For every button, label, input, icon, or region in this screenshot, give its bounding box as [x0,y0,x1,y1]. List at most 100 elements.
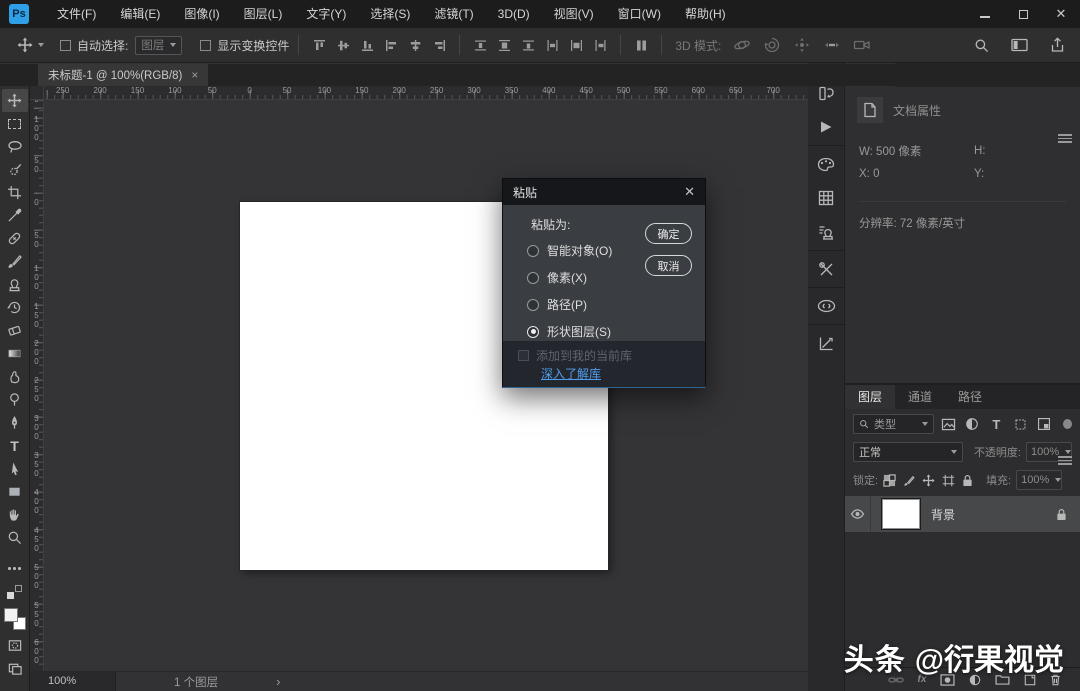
panel-tab[interactable]: 通道 [895,385,945,409]
auto-select-checkbox[interactable]: 自动选择: [60,37,128,54]
paste-option[interactable]: 智能对象(O) [527,237,612,264]
tool-presets-panel-icon[interactable] [812,256,840,282]
add-to-library-checkbox[interactable]: 添加到我的当前库 [518,347,632,364]
quick-mask-button[interactable] [2,634,28,657]
3d-orbit-icon[interactable] [731,34,753,56]
learn-more-link[interactable]: 深入了解库 [541,365,601,382]
layer-row[interactable]: 背景 [845,496,1080,532]
fill-field[interactable]: 100% [1016,470,1062,490]
color-panel-icon[interactable] [812,151,840,177]
align-right-edges-icon[interactable] [428,34,450,56]
swap-colors-icon[interactable] [2,580,28,603]
clone-source-panel-icon[interactable] [812,219,840,245]
w-value[interactable]: 500 像素 [876,146,921,158]
move-tool[interactable] [2,89,28,112]
rectangle-shape-tool[interactable] [2,480,28,503]
menu-item[interactable]: 选择(S) [358,0,422,28]
actions-panel-icon[interactable] [812,114,840,140]
layer-thumbnail[interactable] [882,499,920,529]
filter-toggle-icon[interactable] [1063,419,1072,429]
lasso-tool[interactable] [2,135,28,158]
workspace-icon[interactable] [1008,34,1030,56]
menu-item[interactable]: 文字(Y) [294,0,358,28]
align-vertical-centers-icon[interactable] [332,34,354,56]
panel-menu-icon[interactable] [1058,454,1072,467]
menu-item[interactable]: 视图(V) [542,0,606,28]
lock-position-icon[interactable] [922,474,935,487]
crop-tool[interactable] [2,181,28,204]
align-left-edges-icon[interactable] [380,34,402,56]
measurement-log-panel-icon[interactable] [812,330,840,356]
tool-preset-caret[interactable] [38,43,44,47]
3d-roll-icon[interactable] [761,34,783,56]
distribute-bottom-edges-icon[interactable] [517,34,539,56]
maximize-button[interactable] [1016,7,1030,21]
eyedropper-tool[interactable] [2,204,28,227]
align-top-edges-icon[interactable] [308,34,330,56]
ok-button[interactable]: 确定 [645,223,692,244]
distribute-top-edges-icon[interactable] [469,34,491,56]
zoom-tool[interactable] [2,526,28,549]
distribute-left-edges-icon[interactable] [541,34,563,56]
paste-option[interactable]: 像素(X) [527,264,612,291]
foreground-background-colors[interactable] [4,608,26,630]
menu-item[interactable]: 图像(I) [172,0,231,28]
lock-image-pixels-icon[interactable] [903,474,915,487]
status-chevron-icon[interactable]: › [276,674,280,689]
distribute-horizontal-centers-icon[interactable] [565,34,587,56]
menu-item[interactable]: 帮助(H) [673,0,738,28]
brush-tool[interactable] [2,250,28,273]
blend-mode-dropdown[interactable]: 正常 [853,442,963,462]
panel-menu-icon[interactable] [1058,132,1072,145]
filter-shape-layers-icon[interactable] [1011,414,1030,434]
distribute-spacing-icon[interactable] [630,34,652,56]
cancel-button[interactable]: 取消 [645,255,692,276]
show-transform-checkbox[interactable]: 显示变换控件 [200,37,289,54]
rectangular-marquee-tool[interactable] [2,112,28,135]
share-icon[interactable] [1046,34,1068,56]
menu-item[interactable]: 窗口(W) [606,0,673,28]
zoom-level-field[interactable]: 100% [30,672,116,691]
ruler-origin-corner[interactable] [30,86,44,100]
hand-tool[interactable] [2,503,28,526]
lock-all-icon[interactable] [962,474,973,487]
type-tool[interactable]: T [2,434,28,457]
lock-transparent-pixels-icon[interactable] [883,474,896,487]
dialog-close-icon[interactable]: ✕ [684,184,695,200]
quick-selection-tool[interactable] [2,158,28,181]
foreground-color-swatch[interactable] [4,608,18,622]
spot-healing-brush-tool[interactable] [2,227,28,250]
paste-option[interactable]: 路径(P) [527,291,612,318]
filter-pixel-layers-icon[interactable] [939,414,958,434]
close-button[interactable]: ✕ [1054,7,1068,21]
align-horizontal-centers-icon[interactable] [404,34,426,56]
minimize-button[interactable] [978,7,992,21]
3d-pan-icon[interactable] [791,34,813,56]
layer-visibility-toggle[interactable] [845,496,871,532]
pen-tool[interactable] [2,411,28,434]
edit-toolbar-icon[interactable] [2,557,28,580]
creative-cloud-panel-icon[interactable] [812,293,840,319]
smudge-tool[interactable] [2,365,28,388]
tab-close-icon[interactable]: × [191,68,198,82]
path-selection-tool[interactable] [2,457,28,480]
distribute-vertical-centers-icon[interactable] [493,34,515,56]
panel-tab[interactable]: 图层 [845,385,895,409]
3d-camera-icon[interactable] [851,34,873,56]
align-bottom-edges-icon[interactable] [356,34,378,56]
filter-smart-objects-icon[interactable] [1035,414,1054,434]
auto-select-dropdown[interactable]: 图层 [135,36,182,55]
filter-adjustment-layers-icon[interactable] [963,414,982,434]
dodge-tool[interactable] [2,388,28,411]
menu-item[interactable]: 文件(F) [45,0,108,28]
menu-item[interactable]: 编辑(E) [108,0,172,28]
3d-slide-icon[interactable] [821,34,843,56]
layer-filter-dropdown[interactable]: 类型 [853,414,934,434]
move-tool-icon[interactable] [14,34,36,56]
screen-mode-button[interactable] [2,657,28,680]
filter-type-layers-icon[interactable]: T [987,414,1006,434]
paste-dialog-titlebar[interactable]: 粘贴 ✕ [503,179,705,205]
x-value[interactable]: 0 [873,168,879,180]
menu-item[interactable]: 滤镜(T) [422,0,485,28]
layer-name[interactable]: 背景 [931,506,1056,523]
